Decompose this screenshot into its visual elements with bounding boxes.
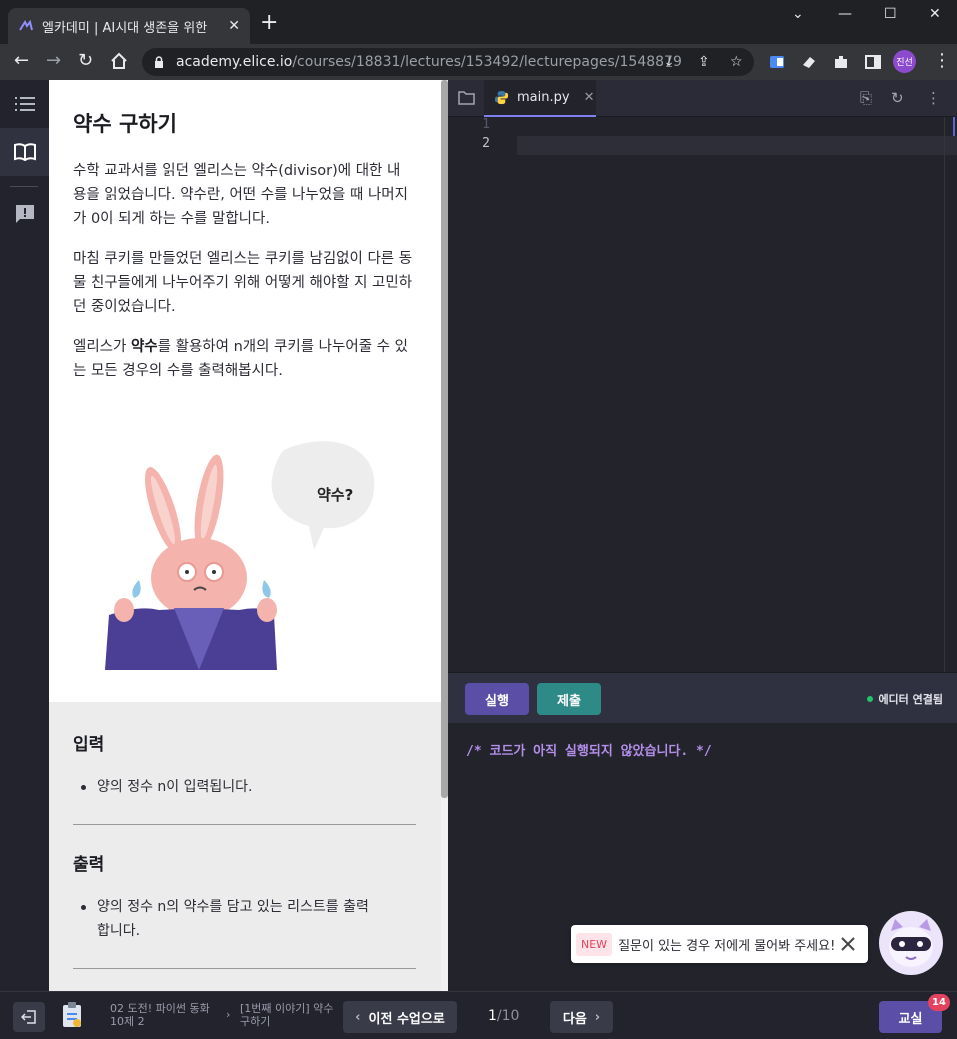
next-label: 다음 <box>562 1011 587 1027</box>
bookmark-star-icon[interactable]: ☆ <box>730 54 743 70</box>
chatbot-toast[interactable]: NEW 질문이 있는 경우 저에게 물어봐 주세요! <box>571 925 868 963</box>
lock-icon <box>155 56 163 68</box>
side-panel-icon[interactable] <box>864 53 882 71</box>
attachment-icon[interactable]: ⎘ <box>860 89 872 107</box>
url-host: academy.elice.io <box>176 54 293 70</box>
output-title: 출력 <box>73 855 105 875</box>
editor-more-icon[interactable]: ⋮ <box>926 89 941 107</box>
minimize-icon[interactable]: — <box>838 6 852 22</box>
reload-icon[interactable]: ↻ <box>78 52 93 70</box>
page-total: /10 <box>496 1008 520 1024</box>
rabbit-illustration: 약수? <box>105 441 375 670</box>
next-button[interactable]: 다음 › <box>550 1001 613 1033</box>
address-bar[interactable]: academy.elice.io/courses/18831/lectures/… <box>142 48 754 76</box>
course-breadcrumb[interactable]: 02 도전! 파이썬 동화 10제 2 <box>110 1002 220 1028</box>
editor-tabbar: main.py ✕ ⎘ ↻ ⋮ <box>448 80 957 117</box>
new-tab-icon[interactable]: + <box>260 12 278 34</box>
terminal-text: /* 코드가 아직 실행되지 않았습니다. */ <box>466 744 712 759</box>
connection-status-text: 에디터 연결됨 <box>878 693 943 706</box>
io-section: 입력 양의 정수 n이 입력됩니다. 출력 양의 정수 n의 약수를 담고 있는… <box>49 702 441 991</box>
browser-toolbar: ← → ↻ academy.elice.io/courses/18831/lec… <box>0 44 957 80</box>
run-toolbar: 실행 제출 에디터 연결됨 <box>448 672 957 723</box>
install-icon[interactable]: ⤓ <box>666 54 672 70</box>
prev-lesson-label: 이전 수업으로 <box>368 1011 445 1027</box>
course-clipboard-icon <box>63 1002 81 1027</box>
exit-button[interactable] <box>13 1002 45 1032</box>
elice-logo-icon <box>19 19 33 31</box>
extensions-puzzle-icon[interactable] <box>832 53 850 71</box>
bubble-text: 약수? <box>317 486 353 504</box>
file-tab-main[interactable]: main.py ✕ <box>484 80 596 117</box>
feedback-button[interactable] <box>0 190 49 238</box>
browser-tabbar: 엘카데미 | AI시대 생존을 위한 ✕ + ⌄ — ☐ ✕ <box>0 0 957 44</box>
reset-icon[interactable]: ↻ <box>891 89 904 107</box>
connection-status: 에디터 연결됨 <box>867 691 943 707</box>
input-item: 양의 정수 n이 입력됩니다. <box>79 775 369 799</box>
scrollbar-thumb[interactable] <box>441 80 448 798</box>
forward-icon[interactable]: → <box>46 52 61 70</box>
share-icon[interactable]: ⇪ <box>698 54 710 70</box>
lesson-paragraph-2: 마침 쿠키를 만들었던 엘리스는 쿠키를 남김없이 다른 동물 친구들에게 나누… <box>73 251 413 315</box>
page-indicator: 1/10 <box>488 1008 519 1024</box>
maximize-icon[interactable]: ☐ <box>884 6 897 22</box>
input-title: 입력 <box>73 735 105 755</box>
lesson-paragraph-1: 수학 교과서를 읽던 엘리스는 약수(divisor)에 대한 내용을 읽었습니… <box>73 163 408 227</box>
chevron-right-icon: › <box>594 1009 601 1025</box>
output-item: 양의 정수 n의 약수를 담고 있는 리스트를 출력합니다. <box>79 895 369 943</box>
home-icon[interactable] <box>110 52 128 70</box>
window-close-icon[interactable]: ✕ <box>929 6 941 22</box>
lecture-breadcrumb[interactable]: [1번째 이야기] 약수 구하기 <box>240 1002 340 1028</box>
line-gutter: 1 2 <box>448 117 494 155</box>
rail-divider <box>10 186 38 187</box>
prev-lesson-button[interactable]: ‹ 이전 수업으로 <box>343 1001 457 1033</box>
section-divider <box>73 968 416 969</box>
book-icon <box>13 143 36 161</box>
profile-avatar[interactable]: 진선 <box>893 50 916 73</box>
translate-extension-icon[interactable] <box>768 53 786 71</box>
bottom-navbar: 02 도전! 파이썬 동화 10제 2 › [1번째 이야기] 약수 구하기 ‹… <box>0 991 957 1039</box>
back-icon[interactable]: ← <box>14 52 29 70</box>
notification-badge: 14 <box>928 994 950 1011</box>
chatbot-avatar-icon[interactable] <box>879 911 943 975</box>
menu-list-button[interactable] <box>0 80 49 128</box>
feedback-icon <box>15 205 34 223</box>
lesson-paragraph-3: 엘리스가 약수를 활용하여 n개의 쿠키를 나누어줄 수 있는 모든 경우의 수… <box>73 339 408 379</box>
status-dot-icon <box>867 696 874 702</box>
browser-menu-icon[interactable]: ⋮ <box>933 52 951 70</box>
chevron-left-icon: ‹ <box>355 1009 361 1025</box>
lesson-scrollbar[interactable] <box>441 80 448 991</box>
chatbot-message: 질문이 있는 경우 저에게 물어봐 주세요! <box>618 938 836 954</box>
app: 약수 구하기 수학 교과서를 읽던 엘리스는 약수(divisor)에 대한 내… <box>0 80 957 1039</box>
run-button[interactable]: 실행 <box>465 683 529 715</box>
python-icon <box>494 90 509 105</box>
code-input-area[interactable] <box>517 136 957 155</box>
file-tab-close-icon[interactable]: ✕ <box>584 90 595 105</box>
eraser-extension-icon[interactable] <box>800 53 818 71</box>
list-icon <box>14 97 35 111</box>
new-badge: NEW <box>576 932 613 956</box>
tab-close-icon[interactable]: ✕ <box>228 18 240 34</box>
close-icon[interactable] <box>840 936 856 952</box>
bold-divisor: 약수 <box>130 339 158 355</box>
editor-ruler <box>944 117 945 672</box>
exit-icon <box>21 1010 36 1024</box>
browser-tab[interactable]: 엘카데미 | AI시대 생존을 위한 ✕ <box>8 8 250 44</box>
url-path: /courses/18831/lectures/153492/lecturepa… <box>292 54 682 70</box>
tab-search-icon[interactable]: ⌄ <box>792 6 804 22</box>
lesson-book-button[interactable] <box>0 128 49 176</box>
editor-scroll-indicator <box>953 117 955 136</box>
file-name: main.py <box>517 90 570 105</box>
section-divider <box>73 824 416 825</box>
submit-button[interactable]: 제출 <box>537 683 601 715</box>
line-number: 2 <box>482 136 490 151</box>
breadcrumb-chevron-icon: › <box>226 1008 231 1021</box>
folder-icon[interactable] <box>458 90 475 105</box>
lesson-panel: 약수 구하기 수학 교과서를 읽던 엘리스는 약수(divisor)에 대한 내… <box>49 80 441 991</box>
tab-title: 엘카데미 | AI시대 생존을 위한 <box>42 20 208 36</box>
side-rail <box>0 80 49 991</box>
page-current: 1 <box>488 1008 497 1024</box>
line-number: 1 <box>482 117 490 132</box>
lesson-title: 약수 구하기 <box>73 112 177 136</box>
code-editor: main.py ✕ ⎘ ↻ ⋮ 1 2 <box>448 80 957 672</box>
